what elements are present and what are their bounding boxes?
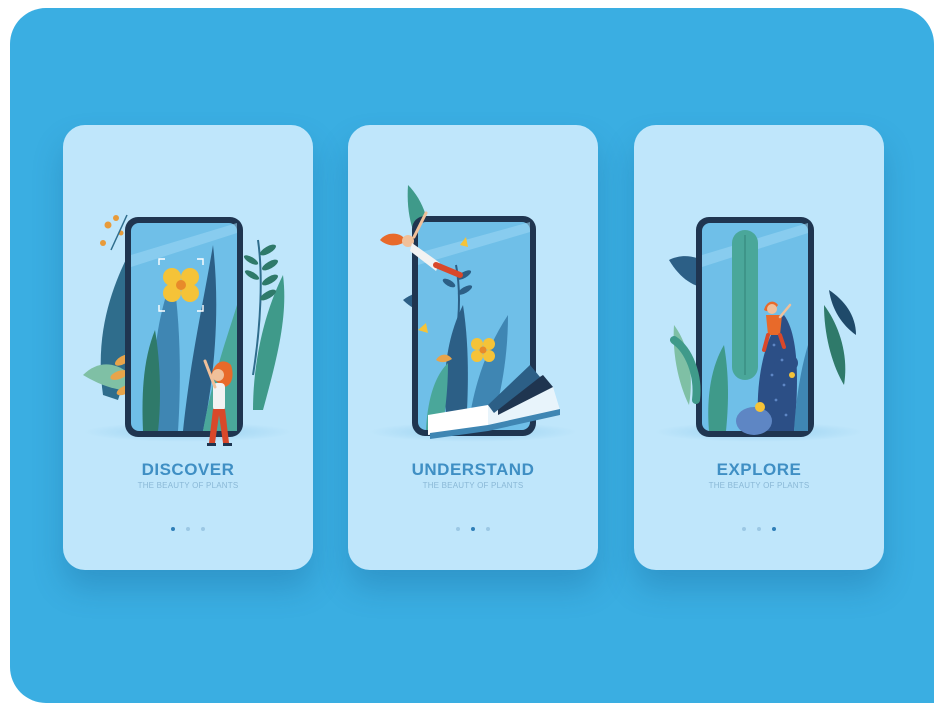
screen-subtitle: THE BEAUTY OF PLANTS bbox=[422, 481, 524, 490]
page-dot-2[interactable] bbox=[186, 527, 190, 531]
understand-illustration bbox=[380, 185, 560, 439]
screen-title: EXPLORE bbox=[716, 460, 802, 479]
onboarding-screen-explore[interactable]: EXPLORE THE BEAUTY OF PLANTS bbox=[634, 125, 884, 570]
screen-title: DISCOVER bbox=[141, 460, 235, 479]
screen-subtitle: THE BEAUTY OF PLANTS bbox=[708, 481, 810, 490]
pagination-dots bbox=[63, 527, 313, 531]
screen-title: UNDERSTAND bbox=[411, 460, 535, 479]
discover-illustration bbox=[83, 214, 285, 446]
page-dot-1[interactable] bbox=[742, 527, 746, 531]
screen-subtitle: THE BEAUTY OF PLANTS bbox=[137, 481, 239, 490]
explore-illustration bbox=[669, 217, 856, 437]
page-dot-2[interactable] bbox=[471, 527, 475, 531]
pagination-dots bbox=[348, 527, 598, 531]
page-dot-3[interactable] bbox=[772, 527, 776, 531]
showcase-background: DISCOVER THE BEAUTY OF PLANTS UNDERSTAND… bbox=[10, 8, 934, 703]
onboarding-screen-discover[interactable]: DISCOVER THE BEAUTY OF PLANTS bbox=[63, 125, 313, 570]
page-dot-3[interactable] bbox=[486, 527, 490, 531]
page-dot-1[interactable] bbox=[171, 527, 175, 531]
pagination-dots bbox=[634, 527, 884, 531]
page-dot-3[interactable] bbox=[201, 527, 205, 531]
page-dot-1[interactable] bbox=[456, 527, 460, 531]
page-dot-2[interactable] bbox=[757, 527, 761, 531]
onboarding-screen-understand[interactable]: UNDERSTAND THE BEAUTY OF PLANTS bbox=[348, 125, 598, 570]
